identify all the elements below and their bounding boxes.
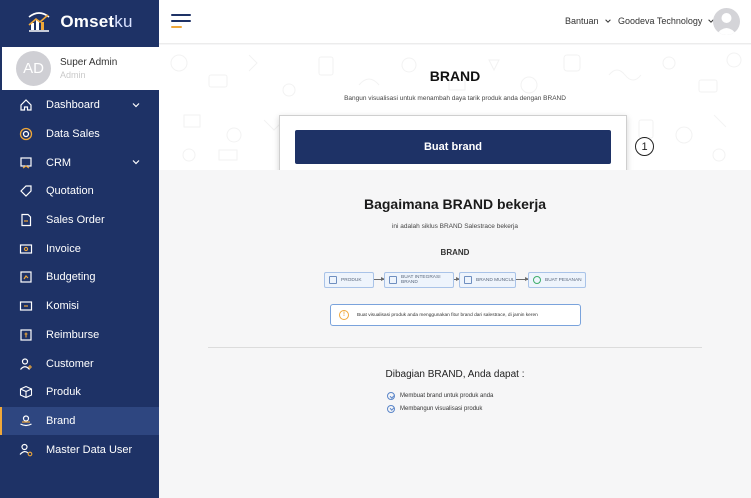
sidebar-item-sales-order[interactable]: Sales Order bbox=[0, 206, 159, 235]
logo[interactable]: Omsetku bbox=[0, 0, 159, 44]
brand-icon bbox=[464, 276, 472, 284]
logo-text: Omsetku bbox=[60, 12, 133, 31]
flow-step-label: BUAT INTEGRASI BRAND bbox=[401, 275, 441, 285]
sidebar-item-customer[interactable]: Customer bbox=[0, 349, 159, 378]
check-circle-icon bbox=[387, 404, 395, 413]
sidebar-item-master-data-user[interactable]: Master Data User bbox=[0, 435, 159, 464]
budget-icon bbox=[18, 269, 34, 285]
flow-step-pesanan: BUAT PESANAN bbox=[528, 272, 586, 288]
company-label: Goodeva Technology bbox=[618, 16, 703, 26]
benefit-text: Membuat brand untuk produk anda bbox=[400, 393, 494, 400]
how-it-works-section: Bagaimana BRAND bekerja ini adalah siklu… bbox=[159, 170, 751, 498]
sidebar-item-label: Dashboard bbox=[46, 99, 100, 112]
chevron-down-icon bbox=[132, 103, 140, 108]
page-subtitle: Bangun visualisasi untuk menambah daya t… bbox=[344, 95, 566, 102]
benefit-item: Membuat brand untuk produk anda bbox=[387, 390, 493, 403]
box-icon bbox=[18, 384, 34, 400]
step-marker: 1 bbox=[635, 137, 654, 156]
flow-step-label: BUAT PESANAN bbox=[545, 277, 582, 283]
help-label: Bantuan bbox=[565, 16, 599, 26]
sidebar-item-produk[interactable]: Produk bbox=[0, 378, 159, 407]
chevron-down-icon bbox=[132, 160, 140, 165]
user-name: Super Admin bbox=[60, 57, 118, 68]
document-icon bbox=[18, 212, 34, 228]
crm-icon bbox=[18, 155, 34, 171]
flow-step-integrasi: BUAT INTEGRASI BRAND bbox=[384, 272, 454, 288]
sidebar-item-label: Invoice bbox=[46, 242, 81, 255]
sidebar-item-label: Produk bbox=[46, 386, 81, 399]
brand-icon bbox=[18, 413, 34, 429]
reimburse-icon bbox=[18, 327, 34, 343]
sidebar-item-label: Komisi bbox=[46, 300, 80, 313]
sidebar-item-invoice[interactable]: Invoice bbox=[0, 234, 159, 263]
order-icon bbox=[533, 276, 541, 284]
flow-step-produk: PRODUK bbox=[324, 272, 374, 288]
menu-toggle-icon[interactable] bbox=[171, 13, 191, 29]
benefit-text: Membangun visualisasi produk bbox=[400, 405, 483, 412]
avatar: AD bbox=[16, 51, 51, 86]
flow-arrow bbox=[516, 277, 529, 281]
user-role: Admin bbox=[60, 70, 86, 80]
sidebar-item-budgeting[interactable]: Budgeting bbox=[0, 263, 159, 292]
flow-title: BRAND bbox=[440, 248, 470, 257]
sidebar-item-reimburse[interactable]: Reimburse bbox=[0, 321, 159, 350]
benefits-title: Dibagian BRAND, Anda dapat : bbox=[385, 369, 525, 380]
target-icon bbox=[18, 126, 34, 142]
flow-arrow bbox=[374, 277, 385, 281]
logo-chart-icon bbox=[28, 12, 50, 32]
sidebar-item-label: CRM bbox=[46, 156, 72, 169]
page-title: BRAND bbox=[429, 68, 481, 84]
check-circle-icon bbox=[387, 392, 395, 401]
sidebar-item-label: Quotation bbox=[46, 185, 94, 198]
profile-avatar[interactable] bbox=[713, 8, 740, 35]
create-brand-button[interactable]: Buat brand bbox=[295, 130, 611, 164]
chevron-down-icon bbox=[604, 19, 611, 23]
company-dropdown[interactable]: Goodeva Technology bbox=[618, 16, 715, 26]
sidebar-item-label: Master Data User bbox=[46, 443, 133, 456]
user-add-icon bbox=[18, 356, 34, 372]
invoice-icon bbox=[18, 241, 34, 257]
benefits-list: Membuat brand untuk produk anda Membangu… bbox=[387, 390, 493, 415]
top-bar: Bantuan Goodeva Technology bbox=[159, 0, 751, 44]
user-icon bbox=[716, 13, 737, 35]
sidebar-item-brand[interactable]: Brand bbox=[0, 406, 159, 436]
sidebar-item-label: Customer bbox=[46, 357, 94, 370]
info-callout: ! Buat visualisasi produk anda menggunak… bbox=[330, 304, 581, 326]
sidebar-menu: Dashboard Data Sales CRM Quotation Sales… bbox=[0, 91, 159, 464]
sidebar-item-label: Budgeting bbox=[46, 271, 96, 284]
how-title: Bagaimana BRAND bekerja bbox=[363, 196, 547, 212]
box-icon bbox=[329, 276, 337, 284]
sidebar-item-label: Data Sales bbox=[46, 128, 100, 141]
sidebar-item-data-sales[interactable]: Data Sales bbox=[0, 120, 159, 149]
sidebar-item-dashboard[interactable]: Dashboard bbox=[0, 91, 159, 120]
user-settings-icon bbox=[18, 442, 34, 458]
sidebar-item-komisi[interactable]: Komisi bbox=[0, 292, 159, 321]
tag-icon bbox=[18, 183, 34, 199]
flow-step-label: BRAND MUNCUL bbox=[476, 277, 515, 283]
info-icon: ! bbox=[339, 310, 349, 320]
sidebar-item-label: Sales Order bbox=[46, 214, 105, 227]
benefit-item: Membangun visualisasi produk bbox=[387, 403, 493, 416]
flow-step-brand-muncul: BRAND MUNCUL bbox=[459, 272, 516, 288]
integration-icon bbox=[389, 276, 397, 284]
sidebar-item-crm[interactable]: CRM bbox=[0, 148, 159, 177]
flow-step-label: PRODUK bbox=[341, 277, 362, 283]
info-text: Buat visualisasi produk anda menggunakan… bbox=[357, 312, 538, 318]
home-icon bbox=[18, 97, 34, 113]
divider bbox=[208, 347, 702, 348]
help-dropdown[interactable]: Bantuan bbox=[565, 16, 612, 26]
sidebar-item-label: Reimburse bbox=[46, 328, 100, 341]
sidebar: Omsetku AD Super Admin Admin Dashboard D… bbox=[0, 0, 159, 498]
commission-icon bbox=[18, 298, 34, 314]
user-card[interactable]: AD Super Admin Admin bbox=[2, 47, 159, 90]
sidebar-item-quotation[interactable]: Quotation bbox=[0, 177, 159, 206]
how-subtitle: ini adalah siklus BRAND Salestrace beker… bbox=[391, 223, 519, 230]
sidebar-item-label: Brand bbox=[46, 414, 76, 427]
